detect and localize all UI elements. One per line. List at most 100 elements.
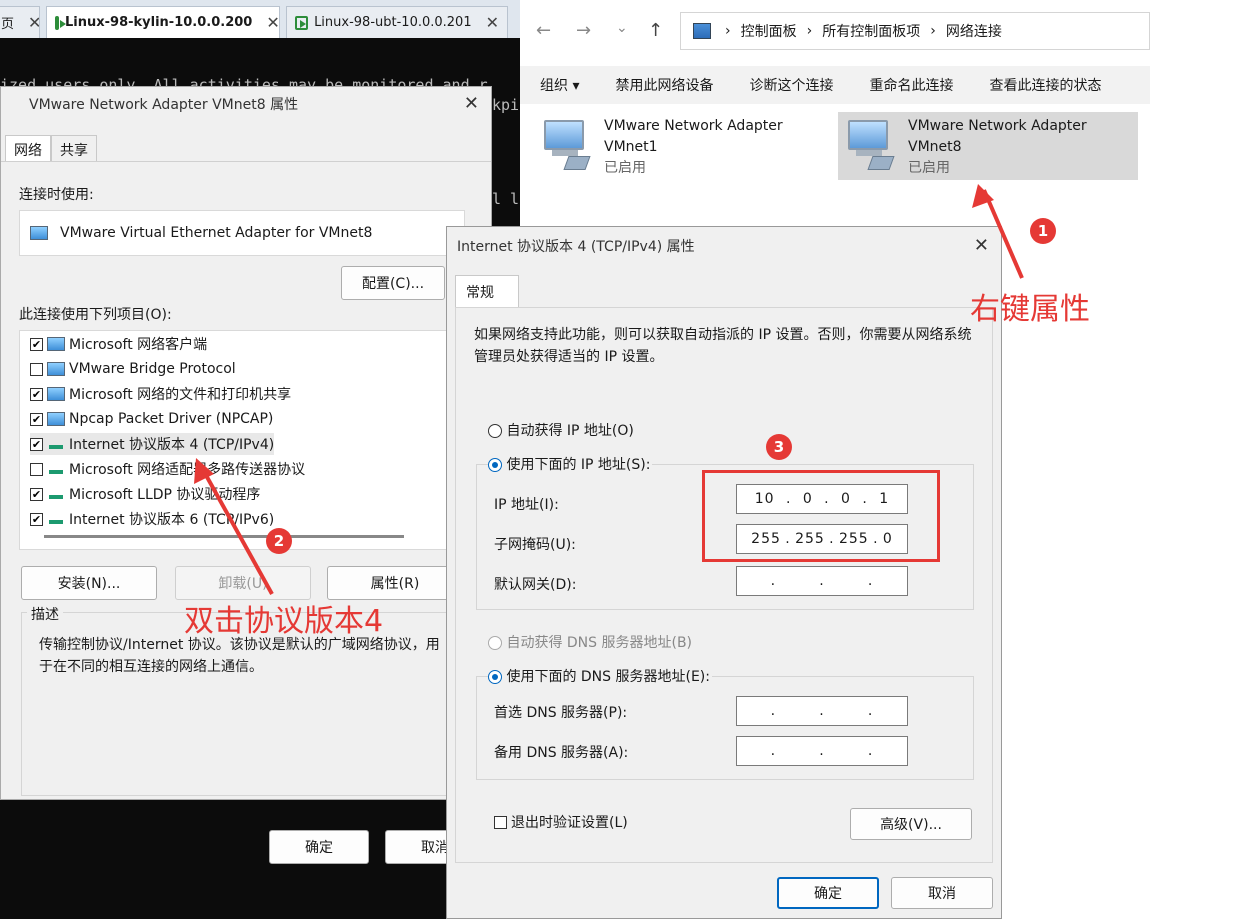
annotation-text: 双击协议版本4 [184,604,384,639]
gateway-label: 默认网关(D): [494,577,577,593]
list-item[interactable]: VMware Bridge Protocol [30,358,236,380]
radio[interactable] [488,458,502,472]
auto-ip-radio[interactable]: 自动获得 IP 地址(O) [488,420,634,440]
adapter-sub: VMnet8 [908,139,962,155]
protocol-icon [47,512,65,526]
diagnose-button[interactable]: 诊断这个连接 [749,75,833,95]
forward-icon[interactable]: → [576,20,591,41]
dialog-tabs: 网络 共享 [5,135,97,164]
annotation-text: 右键属性 [970,292,1090,327]
checkbox[interactable]: ✔ [30,487,43,501]
view-status-button[interactable]: 查看此连接的状态 [989,75,1101,95]
dialog-title-bar: Internet 协议版本 4 (TCP/IPv4) 属性 [447,227,1001,265]
cancel-button[interactable]: 取消 [891,877,993,909]
terminal-tab-active[interactable]: Linux-98-kylin-10.0.0.200 ✕ [46,6,280,38]
terminal-tab[interactable]: Linux-98-ubt-10.0.0.201 ✕ [286,6,508,38]
dialog-title: Internet 协议版本 4 (TCP/IPv4) 属性 [457,239,695,255]
items-list[interactable]: ✔ Microsoft 网络客户端 VMware Bridge Protocol … [19,330,465,550]
radio-label: 自动获得 DNS 服务器地址(B) [506,635,693,651]
preferred-dns-label: 首选 DNS 服务器(P): [494,705,628,721]
network-icon [47,362,65,376]
network-adapter-icon [542,116,591,174]
adapter-vmnet8[interactable]: VMware Network Adapter VMnet8 已启用 [838,112,1138,180]
item-label: Internet 协议版本 4 (TCP/IPv4) [69,437,275,453]
adapter-name: VMware Network Adapter [908,118,1087,134]
terminal-tab[interactable]: 页 ✕ [0,6,40,38]
item-label: Microsoft 网络的文件和打印机共享 [69,387,292,403]
network-icon [47,337,65,351]
close-icon[interactable]: ✕ [28,13,39,32]
install-button[interactable]: 安装(N)... [21,566,157,600]
checkbox[interactable]: ✔ [30,387,43,401]
back-icon[interactable]: ← [536,20,551,41]
checkbox[interactable] [494,815,507,829]
alternate-dns-field[interactable]: ... [736,736,908,766]
explorer-nav: ← → ⌄ ↑ › 控制面板 › 所有控制面板项 › 网络连接 [520,0,1150,64]
checkbox[interactable] [30,462,43,476]
list-item[interactable]: Microsoft 网络适配器多路传送器协议 [30,458,305,480]
breadcrumb-item[interactable]: 所有控制面板项 [822,21,920,41]
step-badge: 1 [1030,218,1056,244]
chevron-down-icon[interactable]: ⌄ [616,20,628,36]
breadcrumb-sep: › [725,23,731,39]
horizontal-scrollbar[interactable] [44,535,404,538]
address-bar[interactable]: › 控制面板 › 所有控制面板项 › 网络连接 [680,12,1150,50]
tab-label: 页 [1,17,15,32]
advanced-button[interactable]: 高级(V)... [850,808,972,840]
protocol-icon [47,487,65,501]
network-adapter-icon [30,226,48,240]
configure-button[interactable]: 配置(C)... [341,266,445,300]
radio[interactable] [488,424,502,438]
step-badge: 3 [766,434,792,460]
close-icon[interactable]: ✕ [974,235,989,256]
radio-label: 使用下面的 IP 地址(S): [506,457,651,473]
adapter-properties-dialog: VMware Network Adapter VMnet8 属性 ✕ 网络 共享… [0,86,492,864]
organize-menu[interactable]: 组织 ▾ [540,75,579,95]
checkbox[interactable]: ✔ [30,412,43,426]
checkbox[interactable] [30,362,43,376]
checkbox[interactable]: ✔ [30,337,43,351]
checkbox[interactable]: ✔ [30,512,43,526]
radio [488,636,502,650]
protocol-icon [47,437,65,451]
list-item[interactable]: ✔ Microsoft LLDP 协议驱动程序 [30,483,260,505]
rename-button[interactable]: 重命名此连接 [869,75,953,95]
tab-network[interactable]: 网络 [5,135,51,164]
checkbox[interactable]: ✔ [30,437,43,451]
ok-button[interactable]: 确定 [269,830,369,864]
close-icon[interactable]: ✕ [266,13,279,32]
preferred-dns-field[interactable]: ... [736,696,908,726]
list-item[interactable]: ✔ Internet 协议版本 6 (TCP/IPv6) [30,508,274,530]
manual-ip-radio[interactable]: 使用下面的 IP 地址(S): [488,454,653,474]
gateway-field[interactable]: ... [736,566,908,596]
tab-sharing[interactable]: 共享 [51,135,97,164]
highlight-box [702,470,940,562]
close-icon[interactable]: ✕ [486,13,499,32]
list-item-ipv4[interactable]: ✔ Internet 协议版本 4 (TCP/IPv4) [30,433,275,455]
tab-general[interactable]: 常规 [455,275,519,307]
breadcrumb-item[interactable]: 控制面板 [741,21,797,41]
items-label: 此连接使用下列项目(O): [19,307,172,323]
list-item[interactable]: ✔ Npcap Packet Driver (NPCAP) [30,408,273,430]
validate-checkbox[interactable]: 退出时验证设置(L) [494,812,628,832]
list-item[interactable]: ✔ Microsoft 网络客户端 [30,333,207,355]
item-label: Internet 协议版本 6 (TCP/IPv6) [69,512,275,528]
command-bar: 组织 ▾ 禁用此网络设备 诊断这个连接 重命名此连接 查看此连接的状态 [520,66,1150,104]
properties-button[interactable]: 属性(R) [327,566,463,600]
adapter-status: 已启用 [604,160,646,176]
breadcrumb-item[interactable]: 网络连接 [946,21,1002,41]
list-item[interactable]: ✔ Microsoft 网络的文件和打印机共享 [30,383,291,405]
network-icon [47,412,65,426]
close-icon[interactable]: ✕ [464,93,479,114]
adapter-full-name: VMware Virtual Ethernet Adapter for VMne… [60,225,373,241]
radio[interactable] [488,670,502,684]
disable-device-button[interactable]: 禁用此网络设备 [615,75,713,95]
alternate-dns-label: 备用 DNS 服务器(A): [494,745,629,761]
terminal-line: l l [492,190,520,208]
manual-dns-radio[interactable]: 使用下面的 DNS 服务器地址(E): [488,666,712,686]
radio-label: 自动获得 IP 地址(O) [506,423,634,439]
adapter-vmnet1[interactable]: VMware Network Adapter VMnet1 已启用 [534,112,814,180]
ok-button[interactable]: 确定 [777,877,879,909]
radio-label: 使用下面的 DNS 服务器地址(E): [506,669,710,685]
up-icon[interactable]: ↑ [648,20,663,41]
